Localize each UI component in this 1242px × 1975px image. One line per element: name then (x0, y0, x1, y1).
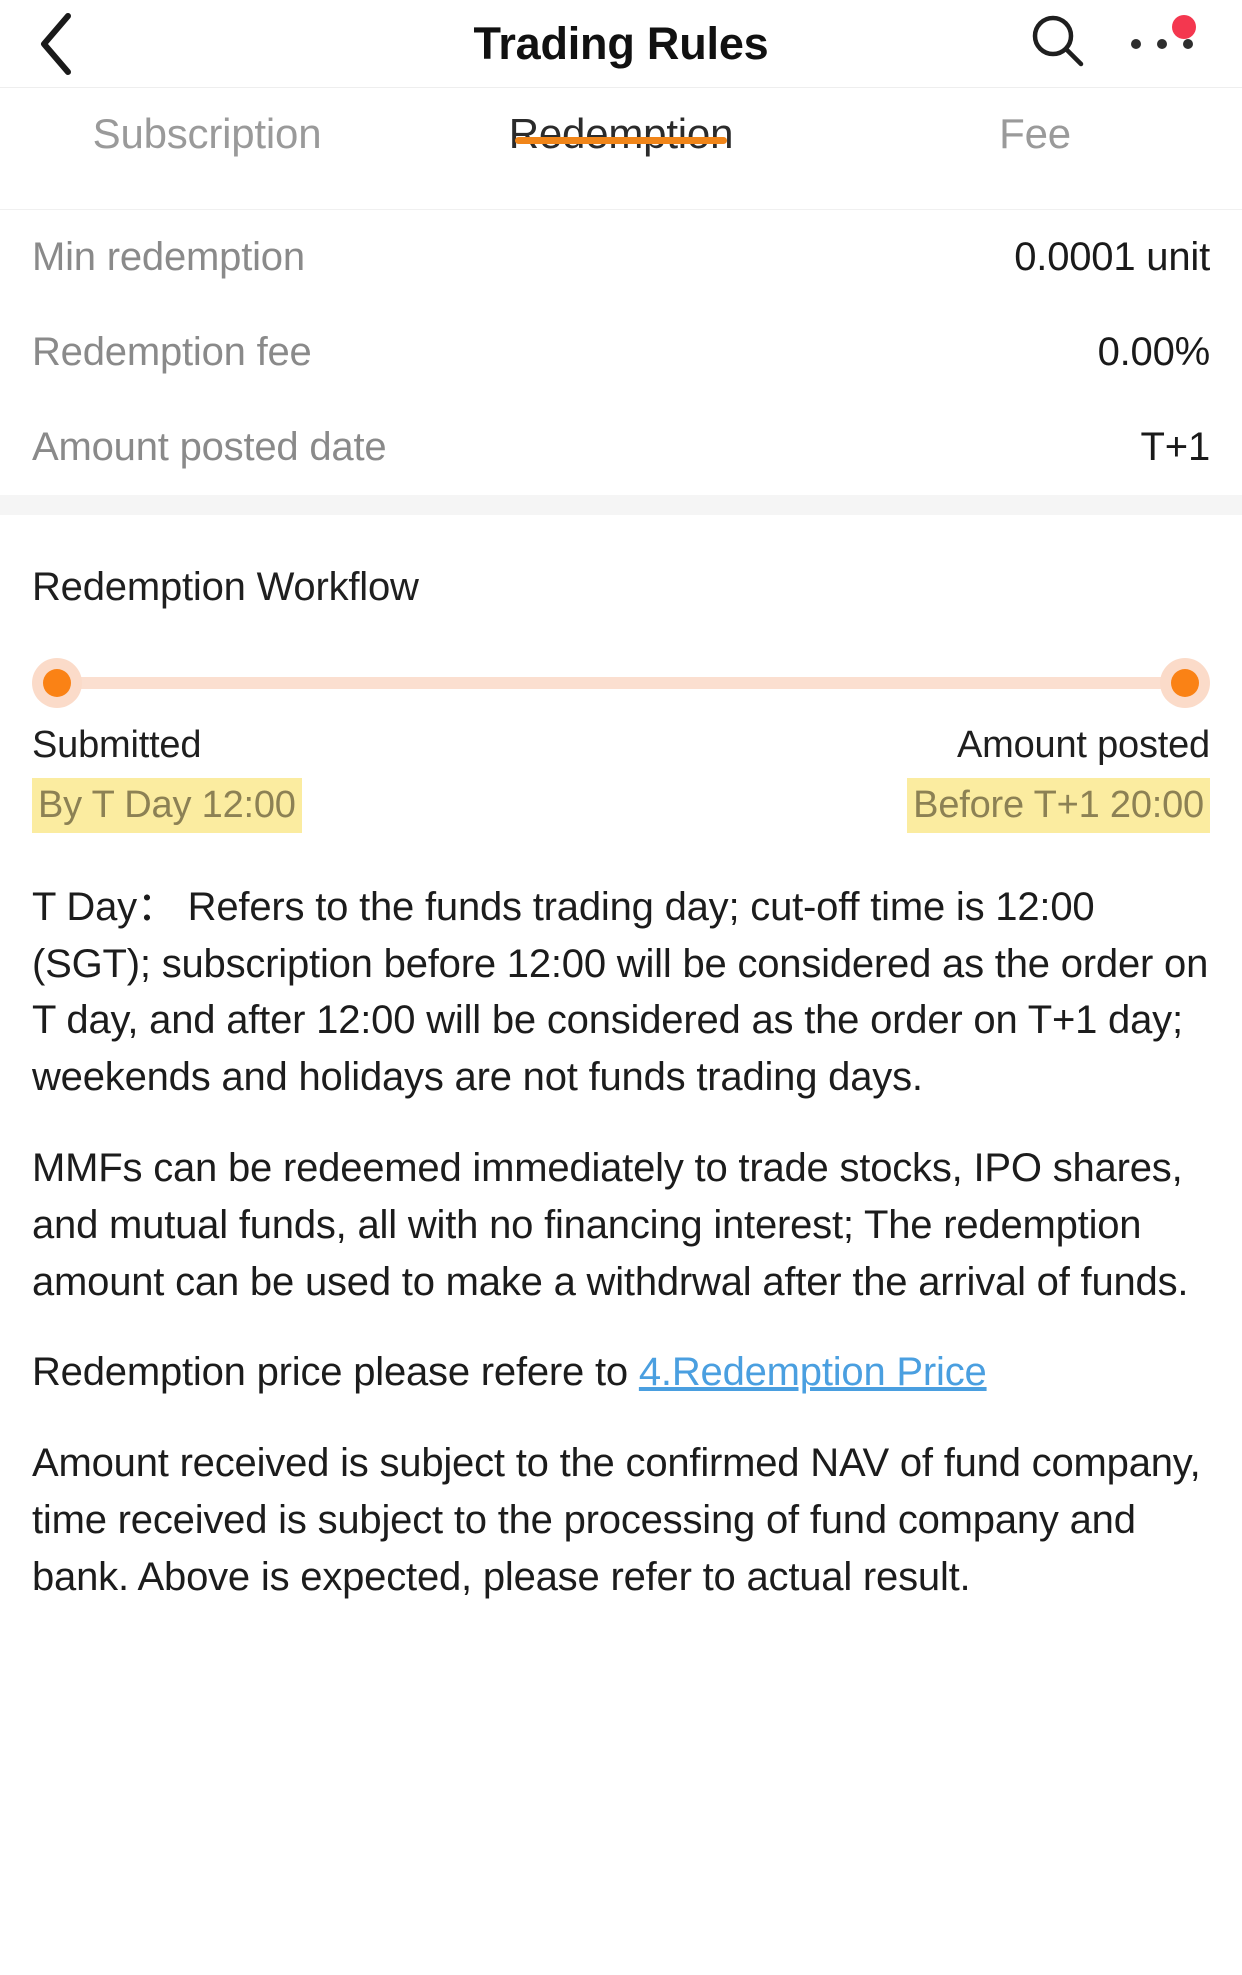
timeline-node-submitted (32, 658, 82, 708)
workflow-step-name: Amount posted (956, 724, 1210, 766)
timeline-node-core (1171, 669, 1199, 697)
info-row-redemption-fee: Redemption fee 0.00% (32, 305, 1210, 400)
workflow-step-amount-posted: Amount posted Before T+1 20:00 (907, 722, 1210, 833)
redemption-info-list: Min redemption 0.0001 unit Redemption fe… (0, 210, 1242, 495)
workflow-step-time: Before T+1 20:00 (907, 777, 1210, 833)
info-label: Amount posted date (32, 425, 387, 469)
info-row-amount-posted-date: Amount posted date T+1 (32, 400, 1210, 495)
tab-redemption[interactable]: Redemption (414, 88, 828, 158)
info-label: Min redemption (32, 235, 305, 279)
tab-subscription-label: Subscription (92, 110, 322, 157)
back-button[interactable] (22, 9, 92, 79)
paragraph-mmf-redemption: MMFs can be redeemed immediately to trad… (32, 1146, 1189, 1304)
tab-bar: Subscription Redemption Fee (0, 88, 1242, 210)
info-value: 0.00% (1097, 330, 1211, 374)
workflow-step-name: Submitted (32, 724, 202, 766)
workflow-step-submitted: Submitted By T Day 12:00 (32, 722, 302, 833)
app-header: Trading Rules (0, 0, 1242, 88)
info-row-min-redemption: Min redemption 0.0001 unit (32, 210, 1210, 305)
info-value: T+1 (1140, 425, 1211, 469)
info-label: Redemption fee (32, 330, 312, 374)
workflow-title: Redemption Workflow (32, 565, 419, 609)
redemption-price-link[interactable]: 4.Redemption Price (639, 1350, 987, 1394)
workflow-labels: Submitted By T Day 12:00 Amount posted B… (32, 722, 1210, 833)
trading-rules-screen: Trading Rules Subscription Redemption Fe… (0, 0, 1242, 1975)
tab-fee-label: Fee (999, 110, 1071, 157)
tab-fee[interactable]: Fee (828, 88, 1242, 158)
workflow-step-time: By T Day 12:00 (32, 777, 302, 833)
timeline-node-core (43, 669, 71, 697)
rules-description: T Day： Refers to the funds trading day; … (0, 878, 1242, 1606)
more-options-button[interactable] (1122, 13, 1202, 75)
paragraph-t-day-definition: T Day： Refers to the funds trading day; … (32, 884, 1209, 1100)
redemption-workflow-section: Redemption Workflow Submitted By T Day 1… (0, 515, 1242, 833)
notification-badge (1172, 14, 1196, 39)
workflow-timeline (32, 648, 1210, 718)
tab-redemption-label: Redemption (508, 110, 734, 157)
timeline-node-amount-posted (1160, 658, 1210, 708)
paragraph-redemption-price: Redemption price please refere to 4.Rede… (32, 1344, 1210, 1401)
redemption-price-prefix: Redemption price please refere to (32, 1350, 639, 1395)
active-tab-indicator (515, 137, 727, 144)
section-divider (0, 495, 1242, 515)
search-button[interactable] (1027, 13, 1089, 75)
timeline-track (57, 677, 1185, 689)
more-horizontal-icon (1131, 38, 1193, 49)
search-icon (1029, 12, 1087, 75)
info-value: 0.0001 unit (1014, 235, 1210, 279)
paragraph-nav-disclaimer: Amount received is subject to the confir… (32, 1441, 1201, 1599)
tab-subscription[interactable]: Subscription (0, 88, 414, 158)
